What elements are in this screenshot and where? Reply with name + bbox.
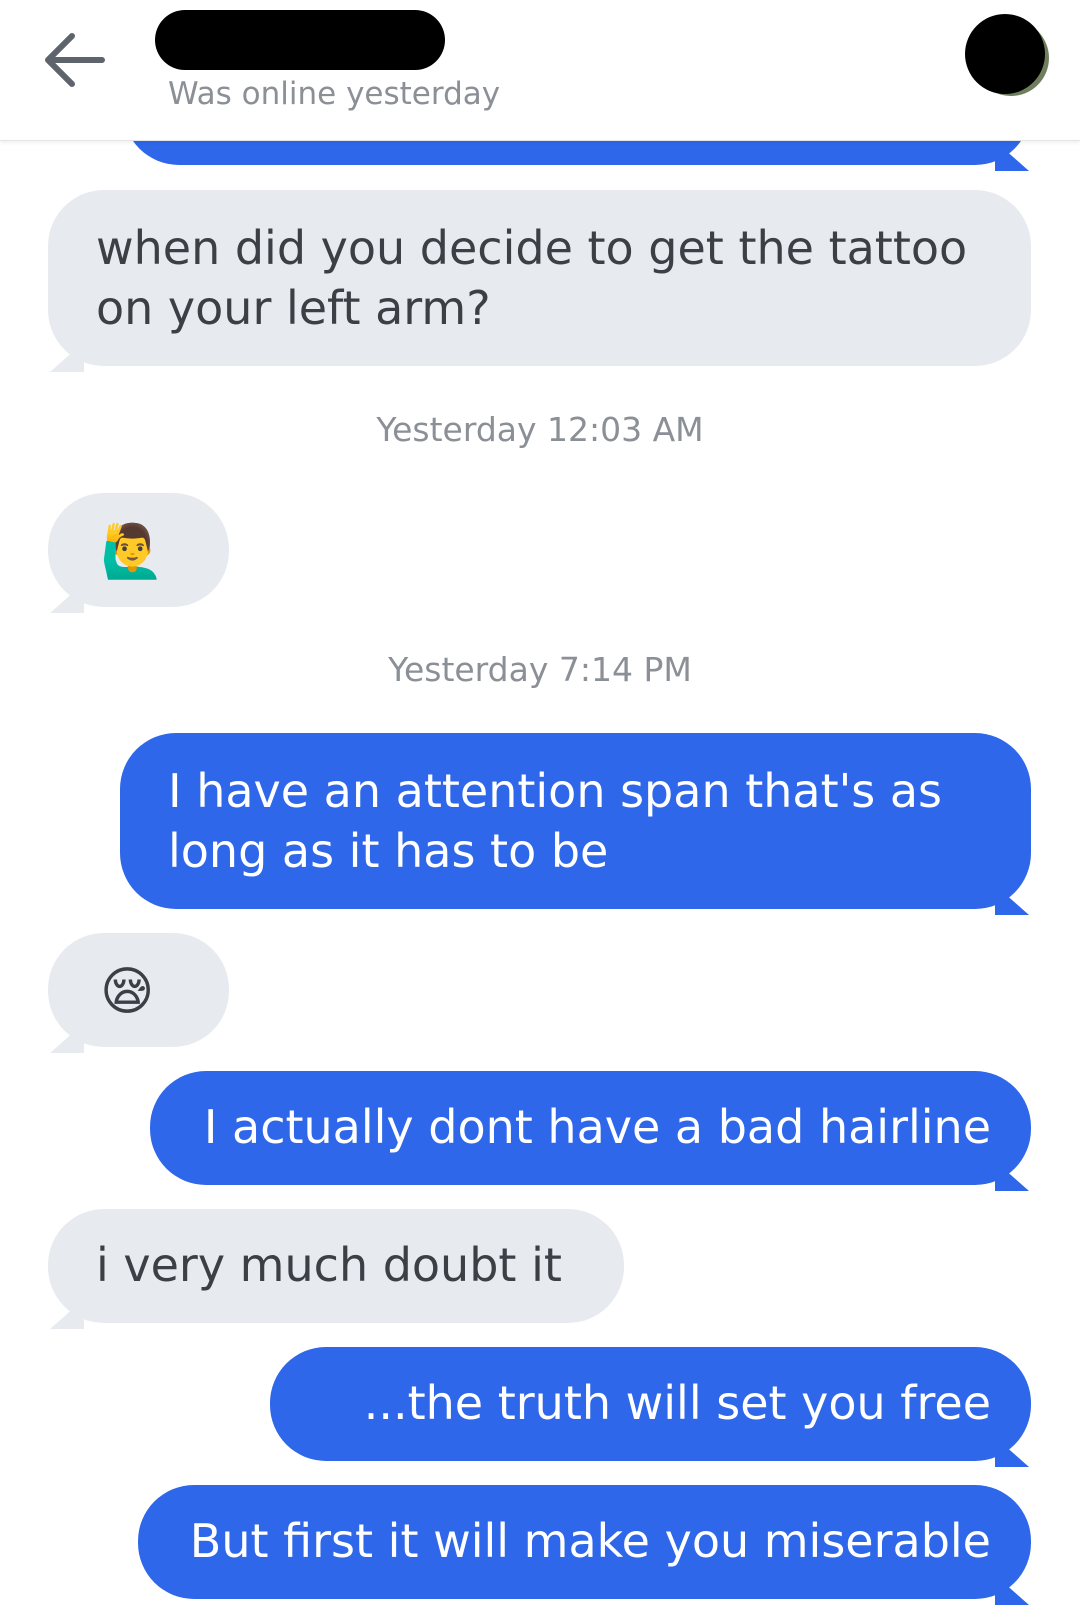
- chat-screen: when did you decide to get the tattoo on…: [0, 0, 1080, 1620]
- message-bubble-outgoing: ...the truth will set you free: [270, 1347, 1031, 1467]
- arrow-left-icon: [45, 33, 105, 87]
- message-text: when did you decide to get the tattoo on…: [96, 221, 968, 335]
- chat-header: Was online yesterday: [0, 0, 1080, 141]
- message-text: i very much doubt it: [96, 1238, 562, 1292]
- message-bubble-outgoing: I actually dont have a bad hairline: [150, 1071, 1031, 1191]
- message-bubble-incoming: i very much doubt it: [48, 1209, 624, 1329]
- message-text: I have an attention span that's as long …: [168, 764, 943, 878]
- message-thread[interactable]: when did you decide to get the tattoo on…: [0, 0, 1080, 1620]
- message-text: I actually dont have a bad hairline: [203, 1100, 991, 1154]
- contact-name[interactable]: [155, 10, 445, 70]
- message-text: But first it will make you miserable: [189, 1514, 991, 1568]
- message-bubble-outgoing: But first it will make you miserable: [138, 1485, 1031, 1605]
- message-bubble-incoming: 😪: [48, 933, 229, 1053]
- message-text: ...the truth will set you free: [363, 1376, 991, 1430]
- message-bubble-outgoing: I have an attention span that's as long …: [120, 733, 1031, 915]
- message-bubble-incoming: 🙋‍♂️: [48, 493, 229, 613]
- timestamp: Yesterday 7:14 PM: [388, 650, 692, 689]
- person-raising-hand-emoji: 🙋‍♂️: [100, 522, 165, 582]
- sleepy-face-emoji: 😪: [100, 962, 155, 1022]
- avatar[interactable]: [965, 14, 1045, 94]
- timestamp: Yesterday 12:03 AM: [376, 410, 704, 449]
- message-bubble-incoming: when did you decide to get the tattoo on…: [48, 190, 1031, 372]
- presence-status: Was online yesterday: [168, 76, 501, 112]
- back-button[interactable]: [34, 20, 114, 100]
